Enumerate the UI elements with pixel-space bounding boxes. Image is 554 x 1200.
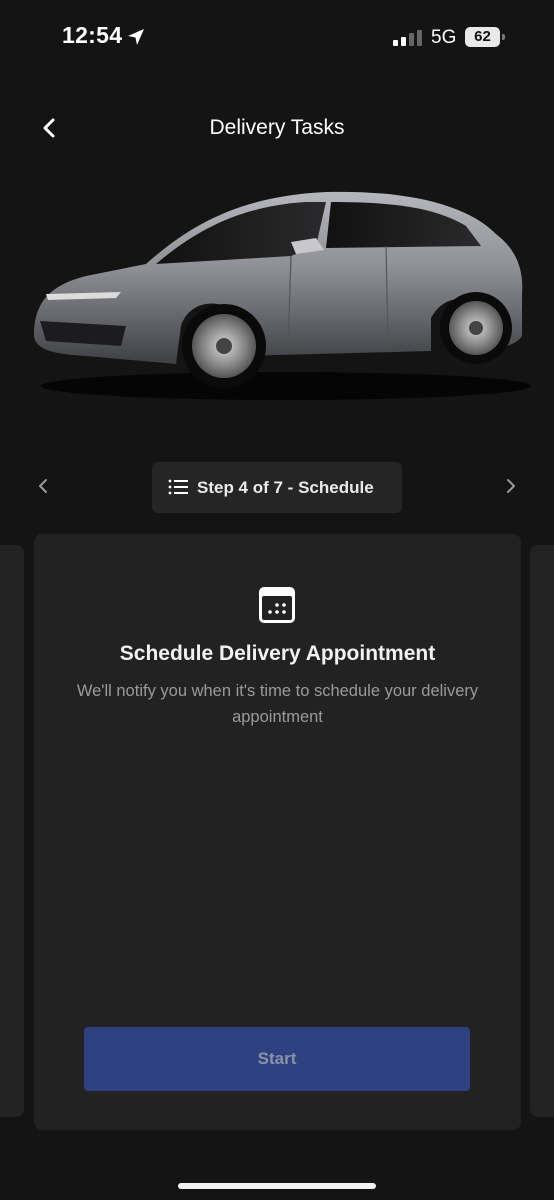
page-title: Delivery Tasks <box>209 116 345 139</box>
car-image <box>26 186 531 406</box>
battery-icon: 62 <box>465 27 505 47</box>
task-title: Schedule Delivery Appointment <box>119 642 436 665</box>
status-bar: 12:54 5G 62 <box>0 0 554 80</box>
battery-level: 62 <box>465 27 500 47</box>
start-button[interactable]: Start <box>84 1027 470 1091</box>
next-step-button[interactable] <box>502 476 520 496</box>
previous-task-card[interactable] <box>0 545 24 1117</box>
location-arrow-icon <box>128 29 144 45</box>
cell-signal-icon <box>393 30 422 46</box>
list-icon <box>168 479 188 495</box>
home-indicator[interactable] <box>178 1183 376 1189</box>
next-task-card[interactable] <box>530 545 554 1117</box>
step-label: Step 4 of 7 - Schedule <box>197 478 374 497</box>
step-selector[interactable]: Step 4 of 7 - Schedule <box>152 462 402 513</box>
network-type: 5G <box>431 27 457 48</box>
previous-step-button[interactable] <box>34 476 52 496</box>
status-time: 12:54 <box>62 22 123 48</box>
task-card: Schedule Delivery Appointment We'll noti… <box>34 534 521 1130</box>
calendar-icon <box>259 587 295 623</box>
task-description: We'll notify you when it's time to sched… <box>76 682 479 726</box>
start-button-label: Start <box>257 1049 297 1068</box>
